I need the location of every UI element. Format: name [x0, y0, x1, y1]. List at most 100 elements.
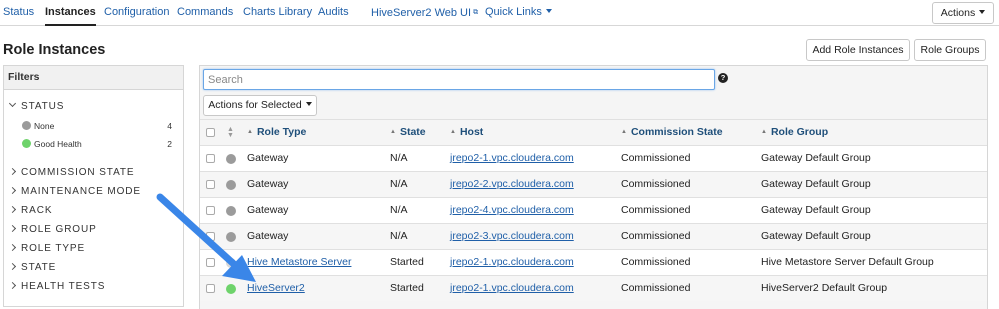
- commission-state-cell: Commissioned: [621, 152, 691, 164]
- column-header-label: Host: [459, 126, 484, 138]
- tab-label: HiveServer2 Web UI: [371, 7, 472, 19]
- chevron-right-icon: [8, 281, 17, 290]
- row-checkbox[interactable]: [206, 206, 215, 215]
- filter-option-good-health[interactable]: Good Health: [22, 139, 82, 149]
- role-group-cell: Gateway Default Group: [761, 230, 871, 242]
- actions-button[interactable]: Actions: [932, 2, 994, 24]
- filter-option-label: None: [34, 121, 55, 131]
- column-header-label: State: [399, 126, 426, 138]
- caret-down-icon: [979, 10, 986, 14]
- tab-charts-library[interactable]: Charts Library: [243, 0, 312, 26]
- actions-for-selected-button[interactable]: Actions for Selected: [203, 95, 317, 116]
- state-cell: Started: [390, 282, 424, 294]
- status-dot-icon: [226, 206, 236, 216]
- sort-icon[interactable]: ▲ ▼: [227, 126, 234, 139]
- column-header-label: Commission State: [630, 126, 723, 138]
- tab-hiveserver2-web-ui[interactable]: HiveServer2 Web UI ⧉: [371, 0, 478, 26]
- role-groups-button[interactable]: Role Groups: [914, 39, 986, 61]
- row-checkbox[interactable]: [206, 232, 215, 241]
- table-row[interactable]: Gateway N/A jrepo2-2.vpc.cloudera.com Commi…: [200, 171, 987, 197]
- column-header-role-type[interactable]: ▲ Role Type: [247, 120, 306, 146]
- filter-group-label: COMMISSION STATE: [21, 167, 135, 178]
- tab-quick-links[interactable]: Quick Links: [485, 0, 552, 26]
- sort-icon: ▲: [761, 129, 767, 135]
- sort-icon: ▲: [247, 129, 253, 135]
- filter-option-count: 4: [167, 121, 172, 131]
- chevron-right-icon: [8, 186, 17, 195]
- filter-option-none[interactable]: None: [22, 121, 54, 131]
- row-checkbox[interactable]: [206, 284, 215, 293]
- host-link[interactable]: jrepo2-4.vpc.cloudera.com: [450, 198, 574, 224]
- row-checkbox[interactable]: [206, 180, 215, 189]
- host-link[interactable]: jrepo2-1.vpc.cloudera.com: [450, 250, 574, 276]
- commission-state-cell: Commissioned: [621, 230, 691, 242]
- table-row[interactable]: Hive Metastore Server Started jrepo2-1.vpc…: [200, 249, 987, 275]
- role-group-cell: Gateway Default Group: [761, 204, 871, 216]
- search-input[interactable]: [203, 69, 715, 90]
- filter-group-status[interactable]: STATUS: [8, 99, 64, 112]
- sort-icon: ▲: [390, 129, 396, 135]
- tab-commands[interactable]: Commands: [177, 0, 233, 26]
- filter-group-role-type[interactable]: ROLE TYPE: [8, 243, 85, 254]
- select-all-checkbox[interactable]: [206, 128, 215, 137]
- filter-group-label: HEALTH TESTS: [21, 281, 106, 292]
- filter-group-maintenance-mode[interactable]: MAINTENANCE MODE: [8, 186, 141, 197]
- column-header-role-group[interactable]: ▲ Role Group: [761, 120, 828, 146]
- table-row[interactable]: Gateway N/A jrepo2-3.vpc.cloudera.com Commi…: [200, 223, 987, 249]
- filter-group-label: ROLE GROUP: [21, 224, 97, 235]
- caret-down-icon: [545, 9, 552, 13]
- table-row[interactable]: Gateway N/A jrepo2-1.vpc.cloudera.com Commi…: [200, 145, 987, 171]
- column-header-state[interactable]: ▲ State: [390, 120, 426, 146]
- role-type-cell: Gateway: [247, 178, 289, 190]
- filter-group-rack[interactable]: RACK: [8, 205, 53, 216]
- filter-group-role-group[interactable]: ROLE GROUP: [8, 224, 97, 235]
- state-cell: N/A: [390, 204, 408, 216]
- status-dot-icon: [226, 180, 236, 190]
- filter-group-commission-state[interactable]: COMMISSION STATE: [8, 167, 135, 178]
- table-row[interactable]: Gateway N/A jrepo2-4.vpc.cloudera.com Commi…: [200, 197, 987, 223]
- column-header-commission-state[interactable]: ▲ Commission State: [621, 120, 723, 146]
- role-type-cell[interactable]: HiveServer2: [247, 276, 305, 302]
- tab-audits[interactable]: Audits: [318, 0, 349, 26]
- table-header-row: ▲ ▼ ▲ Role Type ▲ State ▲ Host ▲ Commission S…: [200, 119, 987, 145]
- role-type-cell: Gateway: [247, 230, 289, 242]
- chevron-down-icon: [8, 99, 17, 108]
- role-type-cell[interactable]: Hive Metastore Server: [247, 250, 351, 276]
- tab-instances[interactable]: Instances: [45, 0, 96, 26]
- tab-status[interactable]: Status: [3, 0, 34, 26]
- column-header-label: Role Type: [256, 126, 307, 138]
- commission-state-cell: Commissioned: [621, 178, 691, 190]
- filter-group-state[interactable]: STATE: [8, 262, 56, 273]
- status-dot-icon: [226, 232, 236, 242]
- table-row[interactable]: HiveServer2 Started jrepo2-1.vpc.cloudera.…: [200, 275, 987, 301]
- host-link[interactable]: jrepo2-1.vpc.cloudera.com: [450, 146, 574, 172]
- external-link-icon: ⧉: [473, 9, 479, 16]
- actions-label: Actions: [940, 7, 976, 19]
- host-link[interactable]: jrepo2-1.vpc.cloudera.com: [450, 276, 574, 302]
- filter-group-label: RACK: [21, 205, 53, 216]
- filter-group-health-tests[interactable]: HEALTH TESTS: [8, 281, 106, 292]
- state-cell: N/A: [390, 178, 408, 190]
- commission-state-cell: Commissioned: [621, 204, 691, 216]
- commission-state-cell: Commissioned: [621, 256, 691, 268]
- chevron-right-icon: [8, 262, 17, 271]
- caret-down-icon: [305, 102, 312, 106]
- role-group-cell: Gateway Default Group: [761, 152, 871, 164]
- row-checkbox[interactable]: [206, 258, 215, 267]
- host-link[interactable]: jrepo2-3.vpc.cloudera.com: [450, 224, 574, 250]
- tab-configuration[interactable]: Configuration: [104, 0, 169, 26]
- status-dot-icon: [226, 284, 236, 294]
- filter-group-label: MAINTENANCE MODE: [21, 186, 141, 197]
- status-dot-icon: [226, 258, 236, 268]
- chevron-right-icon: [8, 167, 17, 176]
- column-header-host[interactable]: ▲ Host: [450, 120, 483, 146]
- help-icon[interactable]: ?: [718, 73, 728, 83]
- role-group-cell: HiveServer2 Default Group: [761, 282, 888, 294]
- state-cell: N/A: [390, 152, 408, 164]
- host-link[interactable]: jrepo2-2.vpc.cloudera.com: [450, 172, 574, 198]
- status-dot-icon: [22, 121, 31, 130]
- row-checkbox[interactable]: [206, 154, 215, 163]
- role-group-cell: Gateway Default Group: [761, 178, 871, 190]
- instances-panel: ? Actions for Selected ▲▼ ▲Role Type ▲St…: [199, 65, 988, 309]
- add-role-instances-button[interactable]: Add Role Instances: [806, 39, 910, 61]
